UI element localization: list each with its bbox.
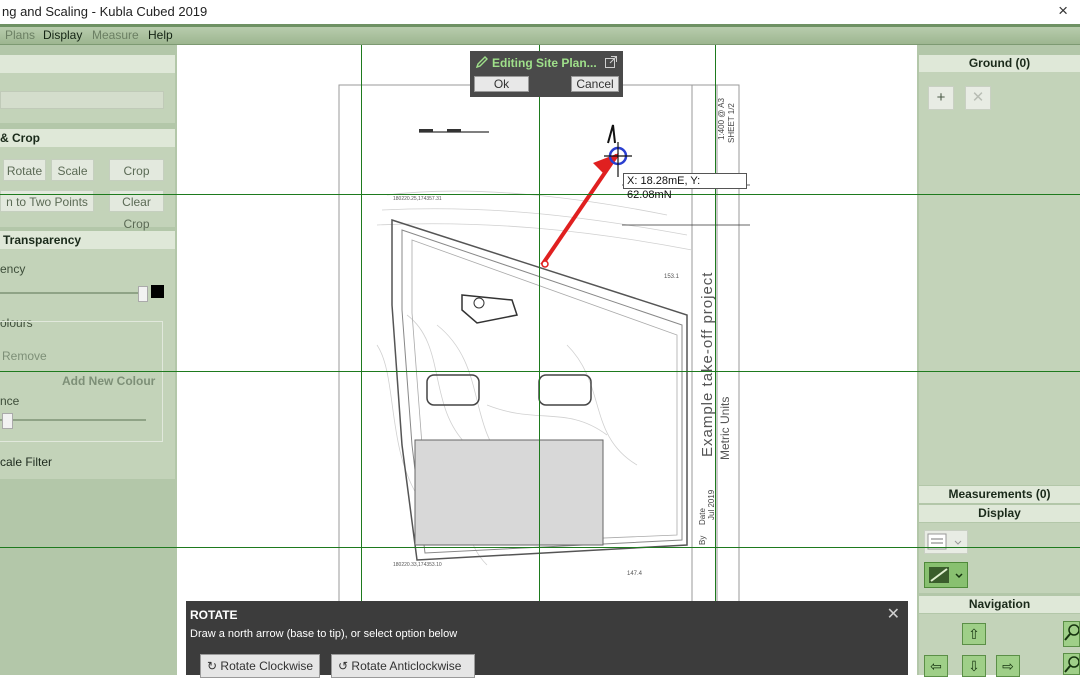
site-plan-drawing: [338, 84, 750, 626]
close-rotate-panel-button[interactable]: ✕: [887, 604, 900, 624]
north-arrow-line: [540, 153, 619, 267]
menu-display[interactable]: Display: [43, 28, 82, 42]
ground-header: Ground (0): [919, 55, 1080, 72]
rotate-clockwise-icon: ↻: [207, 659, 218, 673]
tolerance-slider-handle[interactable]: [2, 413, 13, 429]
drawing-canvas[interactable]: 1:400 @ A3 SHEET 1/2 Example take-off pr…: [187, 45, 908, 675]
menu-plans[interactable]: Plans: [5, 28, 35, 42]
grid-line-v3: [715, 45, 716, 675]
crop-button[interactable]: Crop: [109, 159, 164, 181]
title-bar: ng and Scaling - Kubla Cubed 2019 ×: [0, 0, 1080, 24]
window-title: ng and Scaling - Kubla Cubed 2019: [2, 4, 208, 19]
grid-line-h2: [0, 371, 1080, 372]
add-ground-button[interactable]: +: [928, 86, 954, 110]
nav-left-button[interactable]: ⇦: [924, 655, 948, 677]
drawing-sheet: SHEET 1/2: [727, 103, 736, 143]
transparency-label: ency: [0, 262, 26, 276]
drawing-dim-right: 147.4: [627, 571, 643, 577]
zoom-in-button[interactable]: [1063, 621, 1080, 647]
rotate-clockwise-button[interactable]: ↻ Rotate Clockwise: [200, 654, 320, 678]
editing-site-plan-popup: Editing Site Plan... Ok Cancel: [470, 51, 623, 97]
nav-up-button[interactable]: ⇧: [962, 623, 986, 645]
menu-measure[interactable]: Measure: [92, 28, 139, 42]
grid-line-v2: [539, 45, 540, 675]
menu-bar: Plans Display Measure Help: [0, 27, 1080, 45]
magnifier-minus-icon: [1064, 656, 1080, 673]
tolerance-slider-track[interactable]: [0, 419, 146, 421]
transparency-slider-handle[interactable]: [138, 286, 148, 302]
scale-filter-checkbox[interactable]: cale Filter: [0, 455, 52, 469]
rotate-description: Draw a north arrow (base to tip), or sel…: [190, 628, 458, 640]
crop-header: & Crop: [0, 129, 175, 147]
drawing-dim-top: 153.1: [664, 274, 680, 280]
rotate-title: ROTATE: [190, 608, 238, 622]
add-new-colour-button[interactable]: Add New Colour: [62, 374, 155, 388]
editing-title: Editing Site Plan...: [492, 56, 597, 70]
display-plan-dropdown[interactable]: [924, 530, 968, 554]
nav-right-button[interactable]: ⇨: [996, 655, 1020, 677]
scale-button[interactable]: Scale: [51, 159, 94, 181]
cancel-button[interactable]: Cancel: [571, 76, 619, 92]
display-mode-dropdown[interactable]: [924, 562, 968, 588]
plan-name-field[interactable]: [0, 91, 164, 109]
panel-header-top: [0, 55, 175, 73]
rotate-clockwise-label: Rotate Clockwise: [220, 659, 314, 673]
grid-line-h1: [0, 194, 1080, 195]
delete-ground-button[interactable]: ✕: [965, 86, 991, 110]
transparency-slider-track[interactable]: [0, 292, 140, 294]
drawing-scale: 1:400 @ A3: [717, 98, 726, 140]
pencil-icon: [475, 56, 488, 69]
plan-selector-box: [0, 73, 175, 123]
grid-line-v1: [361, 45, 362, 675]
ground-list: [919, 72, 1080, 485]
drawing-project-title: Example take-off project: [699, 271, 716, 457]
grid-line-h3: [0, 547, 1080, 548]
display-header: Display: [919, 505, 1080, 522]
drawing-coord-bottom: 180220.33,174353.10: [393, 562, 442, 568]
navigation-header: Navigation: [919, 596, 1080, 613]
left-panel: & Crop Rotate Scale Crop n to Two Points…: [0, 45, 177, 675]
drawing-coord-top: 180220.25,174357.31: [393, 196, 442, 202]
popout-icon[interactable]: [604, 55, 618, 69]
drawing-units: Metric Units: [718, 396, 732, 460]
drawing-date-label: Date: [698, 508, 707, 525]
rotate-button[interactable]: Rotate: [3, 159, 46, 181]
rotate-anticlockwise-label: Rotate Anticlockwise: [351, 659, 462, 673]
zoom-out-button[interactable]: [1063, 653, 1080, 675]
nav-down-button[interactable]: ⇩: [962, 655, 986, 677]
remove-colour-button[interactable]: Remove: [2, 349, 47, 363]
right-panel: Ground (0) + ✕ Measurements (0) Display …: [917, 45, 1080, 677]
transparency-header: Transparency: [0, 231, 175, 249]
menu-help[interactable]: Help: [148, 28, 173, 42]
drawing-by-label: By: [698, 535, 707, 545]
ok-button[interactable]: Ok: [474, 76, 529, 92]
magnifier-icon: [1064, 624, 1080, 641]
coordinate-readout: X: 18.28mE, Y: 62.08mN: [623, 173, 747, 201]
rotate-anticlockwise-icon: ↺: [338, 659, 349, 673]
measurements-header: Measurements (0): [919, 486, 1080, 503]
close-window-button[interactable]: ×: [1058, 1, 1068, 21]
transparency-colour-swatch[interactable]: [151, 285, 164, 298]
rotate-anticlockwise-button[interactable]: ↺ Rotate Anticlockwise: [331, 654, 475, 678]
tolerance-label: nce: [0, 394, 20, 408]
rotate-panel: ROTATE Draw a north arrow (base to tip),…: [186, 601, 908, 678]
